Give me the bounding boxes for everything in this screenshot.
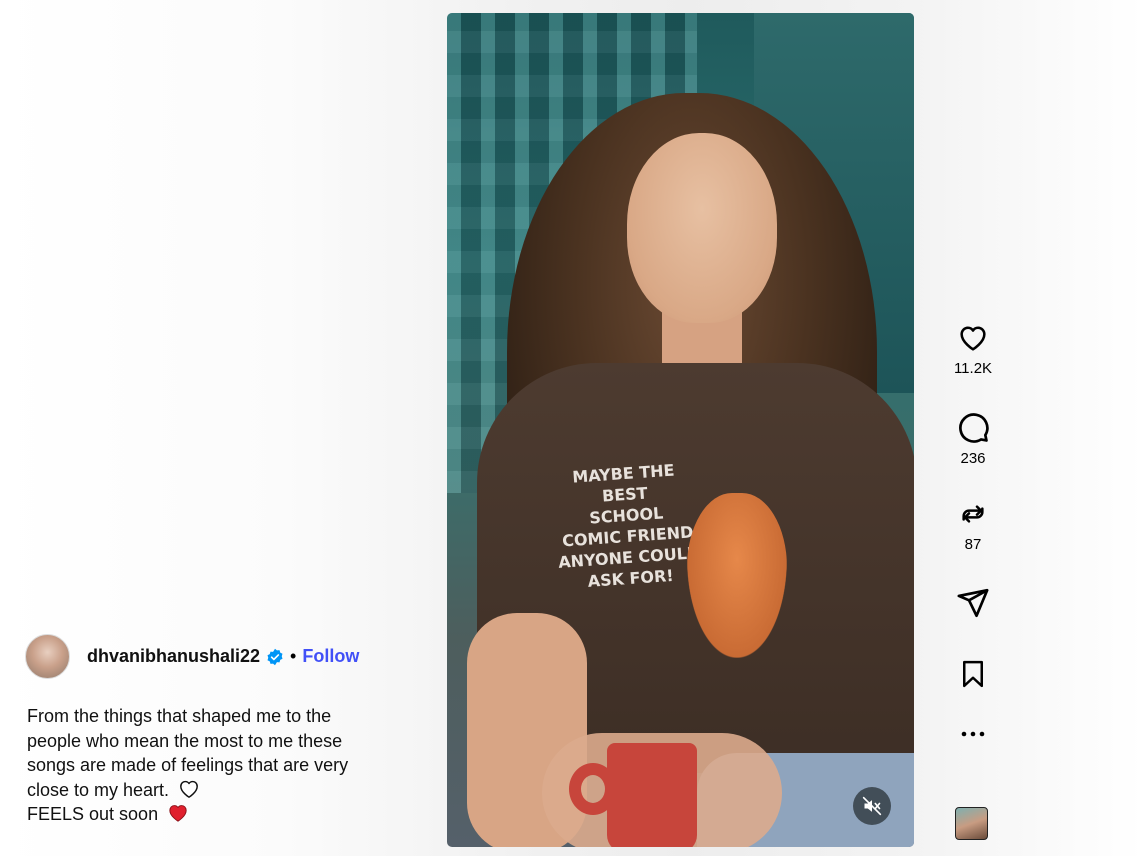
caption-line: songs are made of feelings that are very	[27, 755, 349, 775]
caption-line-with-icon: close to my heart.	[27, 778, 387, 803]
shirt-print-text: MAYBE THE BEST SCHOOL COMIC FRIEND ANYON…	[557, 460, 701, 591]
comment-button[interactable]: 236	[956, 410, 990, 498]
red-mug	[607, 743, 697, 847]
like-button[interactable]: 11.2K	[954, 322, 992, 410]
share-button[interactable]	[956, 586, 990, 658]
separator-dot: •	[290, 646, 297, 666]
heart-outline-icon	[960, 326, 986, 351]
more-dots-icon	[961, 731, 985, 737]
username-link[interactable]: dhvanibhanushali22	[87, 646, 260, 667]
shirt-bear-graphic	[687, 493, 787, 658]
avatar[interactable]	[25, 634, 70, 679]
verified-badge-icon	[266, 648, 284, 666]
caption-line: people who mean the most to me these	[27, 730, 343, 751]
bookmark-icon	[963, 660, 983, 688]
caption-line: close to my heart.	[27, 779, 170, 800]
comment-bubble-icon	[959, 413, 989, 443]
audio-thumbnail[interactable]	[955, 807, 988, 840]
red-heart-icon	[169, 805, 187, 822]
repost-icon	[962, 505, 984, 523]
post-caption: From the things that shaped me to the pe…	[27, 704, 387, 827]
paper-plane-icon	[957, 588, 989, 618]
speaker-muted-icon	[862, 796, 882, 816]
mute-button[interactable]	[853, 787, 891, 825]
comment-count: 236	[960, 450, 986, 467]
person-face	[627, 133, 777, 323]
post-author: dhvanibhanushali22 • Follow	[25, 634, 359, 679]
follow-button[interactable]: Follow	[302, 646, 359, 667]
like-count: 11.2K	[953, 360, 993, 377]
white-heart-icon	[180, 780, 198, 798]
video-player[interactable]: MAYBE THE BEST SCHOOL COMIC FRIEND ANYON…	[447, 13, 914, 847]
save-button[interactable]	[958, 658, 988, 730]
action-rail: 11.2K 236 87	[940, 322, 1006, 770]
more-options-button[interactable]	[960, 730, 986, 770]
caption-line: From the things that shaped me to the	[27, 706, 332, 726]
repost-button[interactable]: 87	[957, 498, 989, 586]
repost-count: 87	[964, 536, 982, 553]
caption-line: FEELS out soon	[27, 804, 159, 824]
caption-line-with-icon: FEELS out soon	[27, 802, 387, 827]
